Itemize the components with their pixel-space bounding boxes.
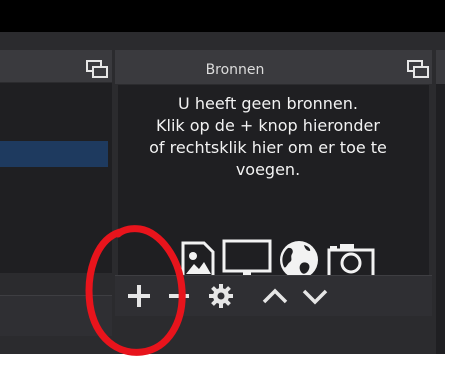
audio-mixer-header — [436, 50, 445, 84]
chevron-down-icon — [302, 289, 328, 305]
sources-panel-header: Bronnen — [115, 50, 432, 84]
add-source-button[interactable] — [125, 282, 153, 310]
empty-message-line: U heeft geen bronnen. — [178, 94, 358, 113]
empty-message-line: Klik op de + knop hieronder — [156, 116, 380, 135]
scenes-panel-header — [0, 50, 112, 82]
chevron-up-icon — [262, 288, 288, 304]
audio-mixer-panel: D M — [436, 50, 445, 354]
undock-icon[interactable] — [86, 60, 108, 78]
sources-panel: Bronnen U heeft geen bronnen. Klik op de… — [115, 50, 432, 354]
scenes-panel — [0, 50, 112, 354]
camera-icon — [327, 244, 375, 279]
sources-toolbar — [115, 275, 432, 316]
gear-icon — [209, 284, 233, 308]
move-source-up-button[interactable] — [261, 282, 289, 310]
obs-main-window: Bronnen U heeft geen bronnen. Klik op de… — [0, 32, 445, 354]
selected-scene-row[interactable] — [0, 141, 108, 167]
remove-source-button[interactable] — [165, 282, 193, 310]
scenes-toolbar — [0, 295, 112, 336]
sources-panel-title: Bronnen — [205, 62, 265, 78]
page-background — [0, 354, 454, 380]
undock-icon[interactable] — [407, 60, 429, 78]
image-icon — [181, 241, 215, 279]
move-source-down-button[interactable] — [301, 282, 329, 310]
empty-message-line: of rechtsklik hier om er toe te — [149, 138, 387, 157]
scenes-list[interactable] — [0, 83, 112, 273]
sources-empty-message: U heeft geen bronnen. Klik op de + knop … — [118, 93, 418, 181]
source-properties-button[interactable] — [207, 282, 235, 310]
sources-list[interactable]: U heeft geen bronnen. Klik op de + knop … — [118, 85, 429, 279]
empty-message-line: voegen. — [235, 160, 301, 179]
title-bar — [0, 0, 445, 32]
